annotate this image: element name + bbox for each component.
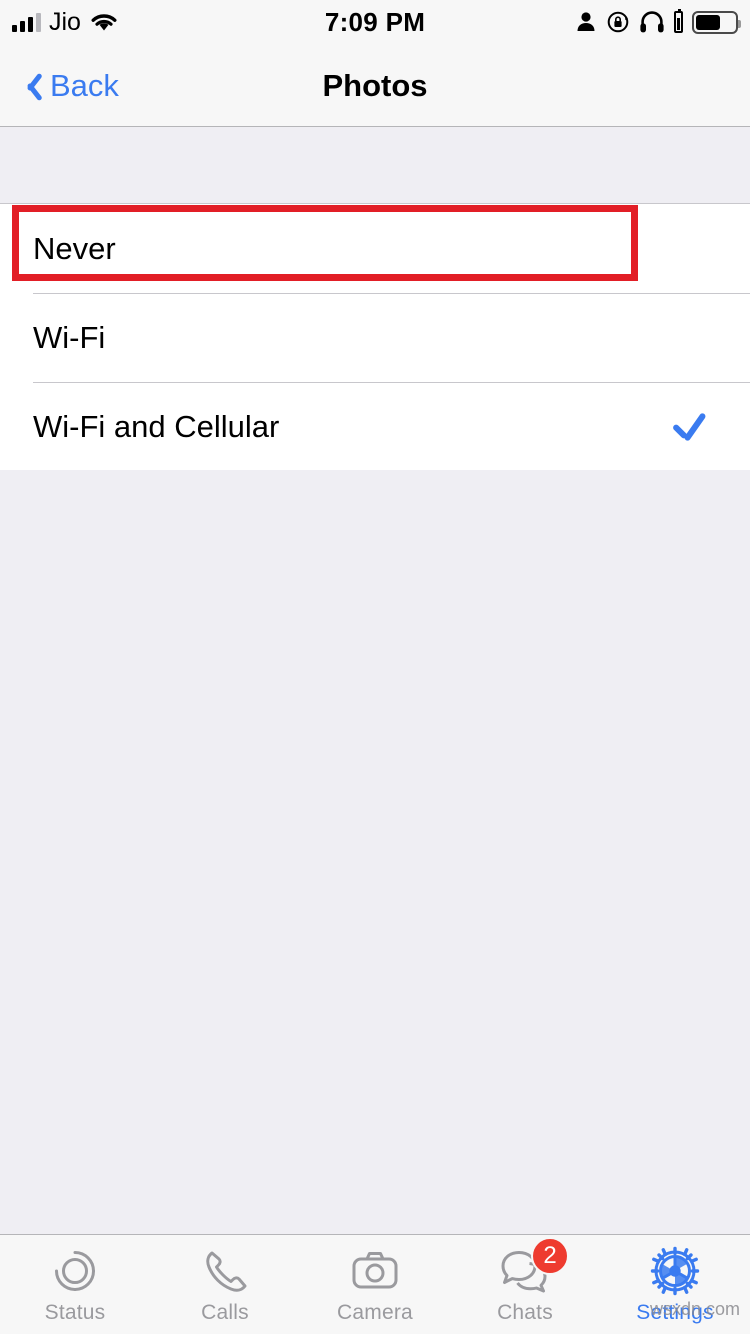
tab-bar: Status Calls Camera 2 Chats Settings: [0, 1234, 750, 1334]
person-icon: [577, 12, 595, 31]
tab-status[interactable]: Status: [0, 1235, 150, 1334]
tab-label: Status: [44, 1300, 106, 1324]
list-item-label: Never: [33, 230, 116, 266]
rotation-lock-icon: [607, 11, 629, 33]
watermark: wsxdn.com: [649, 1299, 740, 1319]
list-item-label: Wi-Fi and Cellular: [33, 408, 280, 444]
headphones-icon: [640, 11, 664, 33]
headphones-battery-icon: [674, 9, 683, 33]
clock-label: 7:09 PM: [324, 6, 426, 37]
status-bar: Jio 7:09 PM: [0, 0, 750, 44]
gear-icon: [650, 1246, 700, 1295]
page-title: Photos: [322, 67, 428, 103]
list-item-wifi-and-cellular[interactable]: Wi-Fi and Cellular: [0, 382, 750, 471]
empty-content-area: [0, 470, 750, 1234]
tab-chats[interactable]: 2 Chats: [450, 1235, 600, 1334]
list-item-wifi[interactable]: Wi-Fi: [0, 293, 750, 382]
phone-screen: Jio 7:09 PM Back Photos Never Wi-Fi Wi-F…: [0, 0, 750, 1334]
list-item-never[interactable]: Never: [0, 204, 750, 293]
status-rings-icon: [55, 1250, 95, 1291]
status-bar-right: [575, 0, 741, 44]
navigation-bar: Back Photos: [0, 44, 750, 127]
battery-icon: [692, 10, 741, 34]
phone-icon: [206, 1251, 247, 1292]
checkmark-icon: [670, 407, 710, 447]
tab-label: Chats: [497, 1300, 553, 1324]
list-group-header: [0, 128, 750, 204]
tab-camera[interactable]: Camera: [300, 1235, 450, 1334]
camera-icon: [352, 1251, 398, 1288]
tab-label: Camera: [337, 1300, 413, 1324]
tab-label: Calls: [201, 1300, 249, 1324]
chats-badge: 2: [531, 1237, 569, 1275]
tab-calls[interactable]: Calls: [150, 1235, 300, 1334]
list-item-label: Wi-Fi: [33, 319, 106, 355]
auto-download-options-list: Never Wi-Fi Wi-Fi and Cellular: [0, 204, 750, 472]
